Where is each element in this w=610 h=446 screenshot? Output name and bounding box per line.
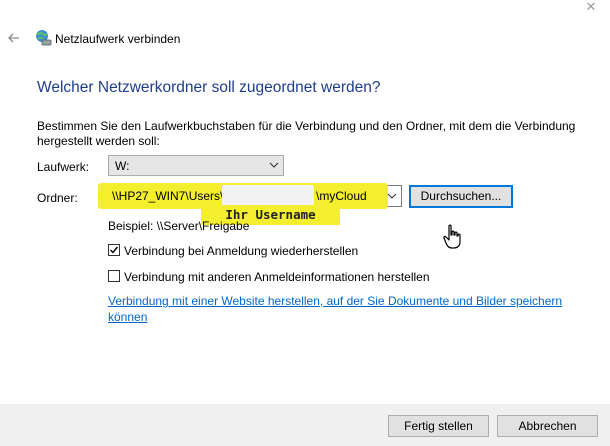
redacted-username (222, 185, 314, 206)
hand-cursor-icon (443, 224, 461, 249)
example-text: Beispiel: \\Server\Freigabe (108, 219, 250, 233)
page-heading: Welcher Netzwerkordner soll zugeordnet w… (37, 79, 381, 96)
folder-path-start[interactable]: \\HP27_WIN7\Users\ (112, 189, 223, 203)
folder-label: Ordner: (37, 191, 78, 205)
close-icon[interactable]: ✕ (582, 0, 600, 14)
other-credentials-checkbox[interactable] (108, 270, 120, 282)
chevron-down-icon (269, 162, 279, 168)
finish-button[interactable]: Fertig stellen (388, 415, 489, 437)
drive-select-value: W: (115, 159, 130, 173)
back-arrow-icon[interactable] (6, 30, 22, 46)
folder-path-end[interactable]: \myCloud (316, 189, 367, 203)
window-title: Netzlaufwerk verbinden (55, 32, 181, 46)
chevron-down-icon[interactable] (386, 190, 398, 202)
website-link[interactable]: Verbindung mit einer Website herstellen,… (108, 293, 578, 325)
other-credentials-label[interactable]: Verbindung mit anderen Anmeldeinformatio… (124, 270, 430, 284)
network-drive-icon (36, 30, 52, 46)
checkmark-icon (110, 246, 119, 254)
cancel-button[interactable]: Abbrechen (497, 415, 598, 437)
reconnect-label[interactable]: Verbindung bei Anmeldung wiederherstelle… (124, 244, 358, 258)
drive-label: Laufwerk: (37, 160, 90, 174)
drive-select[interactable]: W: (108, 155, 284, 176)
browse-button[interactable]: Durchsuchen... (409, 185, 513, 208)
instructions-text: Bestimmen Sie den Laufwerkbuchstaben für… (37, 119, 576, 148)
reconnect-checkbox[interactable] (108, 244, 120, 256)
